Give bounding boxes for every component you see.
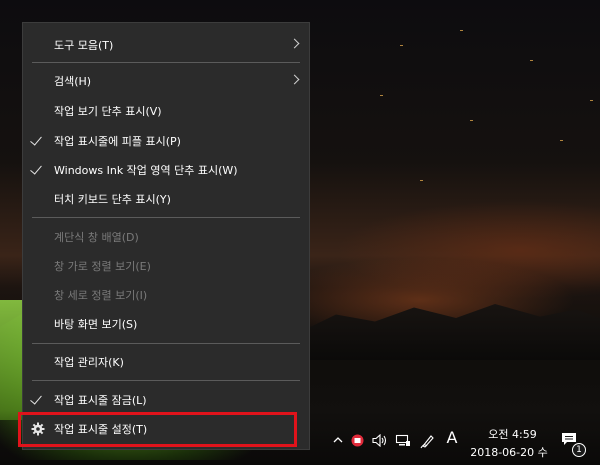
chevron-right-icon — [289, 74, 300, 85]
menu-item-label: 창 세로 정렬 보기(I) — [54, 289, 148, 302]
pen-icon[interactable] — [420, 434, 436, 453]
wallpaper-star — [460, 30, 463, 31]
menu-item-task-manager[interactable]: 작업 관리자(K) — [23, 349, 309, 375]
menu-item-label: 작업 표시줄에 피플 표시(P) — [54, 135, 181, 148]
menu-item-label: 바탕 화면 보기(S) — [54, 318, 138, 331]
menu-item-stacked-windows: 창 가로 정렬 보기(E) — [23, 253, 309, 279]
menu-separator — [32, 217, 300, 218]
highlight-box — [18, 412, 297, 447]
wallpaper-star — [470, 120, 473, 121]
chevron-up-icon[interactable] — [331, 434, 345, 450]
clock-time[interactable]: 오전 4:59 — [475, 426, 550, 442]
menu-item-label: 검색(H) — [54, 75, 92, 88]
menu-item-label: Windows Ink 작업 영역 단추 표시(W) — [54, 164, 238, 177]
volume-icon[interactable] — [372, 433, 388, 451]
app-red-icon[interactable] — [350, 434, 364, 451]
menu-item-show-people[interactable]: 작업 표시줄에 피플 표시(P) — [23, 128, 309, 154]
menu-item-label: 도구 모음(T) — [54, 39, 114, 52]
menu-item-label: 터치 키보드 단추 표시(Y) — [54, 193, 171, 206]
checkmark-icon — [30, 162, 42, 175]
menu-item-toolbars[interactable]: 도구 모음(T) — [23, 32, 309, 58]
menu-item-side-by-side-windows: 창 세로 정렬 보기(I) — [23, 282, 309, 308]
menu-item-touch-keyboard-button[interactable]: 터치 키보드 단추 표시(Y) — [23, 186, 309, 212]
checkmark-icon — [30, 392, 42, 405]
menu-item-label: 작업 관리자(K) — [54, 356, 124, 369]
wallpaper-star — [590, 100, 593, 101]
notification-count-badge: 1 — [572, 443, 586, 457]
wallpaper-hills — [300, 304, 600, 360]
chevron-right-icon — [289, 38, 300, 49]
wallpaper-star — [420, 180, 423, 181]
clock-date[interactable]: 2018-06-20 수 — [459, 444, 559, 460]
checkmark-icon — [30, 133, 42, 146]
menu-item-cascade-windows: 계단식 창 배열(D) — [23, 224, 309, 250]
menu-separator — [32, 62, 300, 63]
menu-item-lock-taskbar[interactable]: 작업 표시줄 잠금(L) — [23, 387, 309, 413]
menu-separator — [32, 380, 300, 381]
menu-item-search[interactable]: 검색(H) — [23, 68, 309, 94]
wallpaper-star — [530, 60, 533, 61]
menu-item-show-desktop[interactable]: 바탕 화면 보기(S) — [23, 311, 309, 337]
wallpaper-star — [400, 45, 403, 46]
wallpaper-star — [380, 95, 383, 96]
menu-item-label: 작업 표시줄 잠금(L) — [54, 394, 147, 407]
taskbar-context-menu: 도구 모음(T) 검색(H) 작업 보기 단추 표시(V) 작업 표시줄에 피플… — [22, 22, 310, 450]
wallpaper-star — [560, 140, 563, 141]
system-tray: A 오전 4:59 2018-06-20 수 1 — [310, 420, 600, 465]
menu-item-label: 창 가로 정렬 보기(E) — [54, 260, 151, 273]
menu-item-label: 작업 보기 단추 표시(V) — [54, 105, 162, 118]
menu-item-task-view-button[interactable]: 작업 보기 단추 표시(V) — [23, 98, 309, 124]
menu-separator — [32, 343, 300, 344]
input-indicator[interactable]: A — [445, 430, 459, 446]
menu-item-label: 계단식 창 배열(D) — [54, 231, 139, 244]
menu-item-windows-ink-button[interactable]: Windows Ink 작업 영역 단추 표시(W) — [23, 157, 309, 183]
network-icon[interactable] — [395, 434, 411, 451]
